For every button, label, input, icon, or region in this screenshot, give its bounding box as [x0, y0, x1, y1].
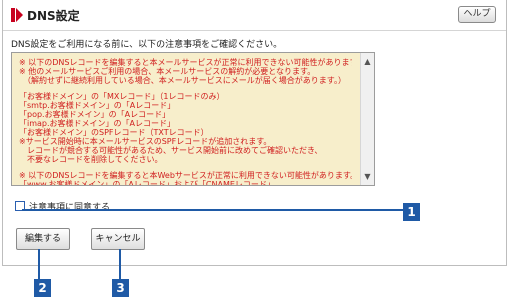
notice-line: 「お客様ドメイン」の「MXレコード」（1レコードのみ） — [19, 92, 225, 101]
header: DNS設定 ヘルプ — [3, 0, 506, 31]
callout-2-badge: 2 — [34, 279, 51, 297]
notice-line: ※ 以下のDNSレコードを編集すると本Webサービスが正常に利用できない可能性が… — [19, 171, 352, 180]
notice-line: ※ 以下のDNSレコードを編集すると本メールサービスが正常に利用できない可能性が… — [19, 58, 352, 67]
notice-line: （解約せずに継続利用している場合、本メールサービスにメールが届く場合があります。… — [19, 76, 346, 85]
agree-label[interactable]: 注意事項に同意する — [29, 200, 110, 213]
notice-box[interactable]: ※ 以下のDNSレコードを編集すると本メールサービスが正常に利用できない可能性が… — [11, 52, 375, 186]
notice-scrollbar[interactable]: ▲ ▼ — [360, 53, 374, 185]
intro-text: DNS設定をご利用になる前に、以下の注意事項をご確認ください。 — [11, 40, 283, 50]
callout-1-line — [22, 209, 404, 211]
callout-3-badge: 3 — [112, 279, 129, 297]
edit-button[interactable]: 編集する — [16, 228, 70, 250]
dns-settings-panel: DNS設定 ヘルプ DNS設定をご利用になる前に、以下の注意事項をご確認ください… — [2, 0, 507, 266]
notice-line: 「pop.お客様ドメイン」の「Aレコード」 — [19, 110, 171, 119]
scroll-down-icon[interactable]: ▼ — [363, 172, 372, 181]
title-marker-icon — [11, 8, 23, 22]
notice-line: 不要なレコードを削除してください。 — [19, 155, 163, 164]
notice-line: 「smtp.お客様ドメイン」の「Aレコード」 — [19, 101, 176, 110]
callout-1-badge: 1 — [403, 203, 420, 221]
notice-line — [19, 164, 352, 171]
notice-line: ※ 他のメールサービスご利用の場合、本メールサービスの解約が必要となります。 — [19, 67, 316, 76]
bottom-band — [0, 266, 510, 299]
scroll-up-icon[interactable]: ▲ — [363, 57, 372, 66]
callout-3-line — [119, 249, 121, 279]
page-title: DNS設定 — [27, 9, 80, 23]
notice-line: 「www.お客様ドメイン」の「Aレコード」および「CNAMEレコード」 — [19, 180, 275, 186]
notice-line: ※サービス開始時に本メールサービスのSPFレコードが追加されます。 — [19, 137, 272, 146]
cancel-button[interactable]: キャンセル — [91, 228, 145, 250]
callout-2-line — [38, 249, 40, 279]
notice-line: レコードが競合する可能性があるため、サービス開始前に改めてご確認いただき、 — [19, 146, 323, 155]
notice-line: 「imap.お客様ドメイン」の「Aレコード」 — [19, 119, 176, 128]
help-button[interactable]: ヘルプ — [458, 6, 496, 23]
notice-text: ※ 以下のDNSレコードを編集すると本メールサービスが正常に利用できない可能性が… — [19, 58, 352, 186]
notice-line — [19, 85, 352, 92]
notice-line: 「お客様ドメイン」のSPFレコード（TXTレコード） — [19, 128, 209, 137]
